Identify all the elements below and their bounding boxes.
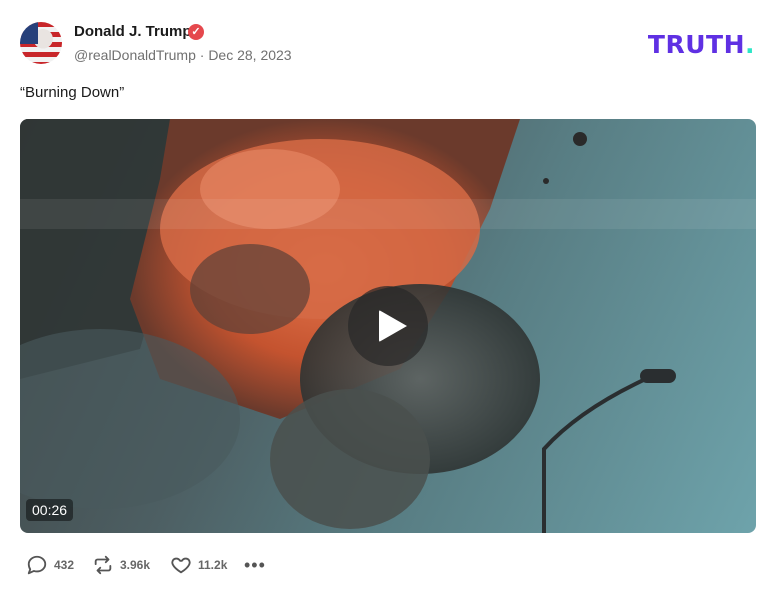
like-button[interactable]: 11.2k (170, 554, 227, 576)
play-icon[interactable] (348, 286, 428, 366)
post-meta: @realDonaldTrump · Dec 28, 2023 (74, 47, 292, 63)
post-text: “Burning Down” (20, 84, 125, 101)
retruth-count: 3.96k (120, 558, 151, 572)
logo-dot: . (745, 30, 755, 59)
avatar[interactable] (20, 22, 62, 64)
post-date[interactable]: Dec 28, 2023 (208, 47, 291, 63)
author-name[interactable]: Donald J. Trump (74, 23, 192, 40)
like-count: 11.2k (198, 558, 228, 572)
like-icon (171, 557, 191, 574)
retruth-button[interactable]: 3.96k (92, 554, 150, 576)
video-player[interactable]: 00:26 (20, 119, 756, 533)
video-duration: 00:26 (26, 499, 74, 521)
retruth-icon (94, 555, 112, 575)
more-icon: ••• (244, 554, 266, 575)
reply-button[interactable]: 432 (26, 554, 74, 576)
meta-separator: · (199, 47, 205, 63)
logo-text: TRUTH (647, 30, 745, 59)
reply-icon (27, 555, 47, 575)
more-button[interactable]: ••• (244, 554, 266, 576)
verified-badge-icon: ✓ (188, 24, 204, 40)
author-handle[interactable]: @realDonaldTrump (74, 47, 196, 63)
truth-social-logo[interactable]: TRUTH. (648, 30, 755, 59)
reply-count: 432 (54, 558, 75, 572)
